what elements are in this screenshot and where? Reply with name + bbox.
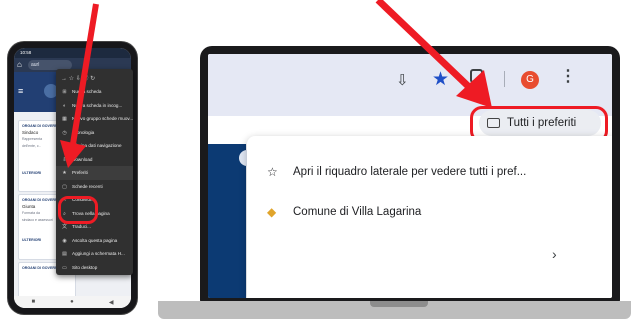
phone-menu-item-label: Preferiti <box>72 170 88 175</box>
toolbar-divider <box>504 71 505 87</box>
phone-menu-item[interactable]: ▤ Aggiungi a schermata H... <box>56 247 133 261</box>
phone-browser-menu: → ☆ ⇩ ⓘ ↻ ⊞ Nuova scheda ◐ Nuova scheda in … <box>56 69 133 275</box>
home-screen-icon: ▤ <box>62 251 67 257</box>
phone-menu-item[interactable]: ⇩ Download <box>56 153 133 167</box>
home-button-icon[interactable]: ● <box>70 299 74 305</box>
phone-menu-item[interactable]: ★ Preferiti <box>56 166 133 180</box>
dropdown-item-bookmark[interactable]: ◆ Comune di Villa Lagarina <box>247 198 612 226</box>
clear-data-icon: ▣ <box>62 143 67 149</box>
dropdown-item-label: Apri il riquadro laterale per vedere tut… <box>293 166 527 178</box>
recents-icon[interactable]: ■ <box>32 299 36 305</box>
chevron-right-icon[interactable]: › <box>552 246 557 262</box>
phone-menu-top-actions: → ☆ ⇩ ⓘ ↻ <box>61 76 96 82</box>
phone-menu-item[interactable]: ◉ Ascolta questa pagina <box>56 234 133 248</box>
phone-menu-item[interactable]: ▣ Elimina dati navigazione <box>56 139 133 153</box>
star-icon: ★ <box>62 170 67 176</box>
dropdown-item-label: Comune di Villa Lagarina <box>293 206 422 218</box>
phone-menu-item-label: Nuova scheda <box>72 89 102 94</box>
bookmarks-dropdown: ☆ Apri il riquadro laterale per vedere t… <box>247 136 612 298</box>
listen-icon: ◉ <box>62 237 67 244</box>
highlight-circle-preferiti <box>58 196 98 224</box>
phone-menu-item[interactable]: ◐ Nuova scheda in incog... <box>56 99 133 113</box>
laptop-screen: ⇩ ★ G ⋮ Tutti i preferiti ☆ Apri il riqu… <box>208 54 612 298</box>
tab-group-icon: ▦ <box>62 116 67 122</box>
desktop-site-icon: ▭ <box>62 264 67 271</box>
site-favicon-icon: ◆ <box>267 205 277 219</box>
phone-menu-item[interactable]: ⊞ Nuova scheda <box>56 85 133 99</box>
download-icon: ⇩ <box>62 156 67 163</box>
phone-menu-item-label: Nuova scheda in incog... <box>72 102 123 108</box>
phone-menu-item-label: Aggiungi a schermata H... <box>72 251 125 256</box>
site-sidebar <box>208 144 246 298</box>
star-outline-icon: ☆ <box>267 165 278 179</box>
extensions-icon[interactable] <box>470 69 483 83</box>
phone-menu-item-label: Cronologia <box>72 129 95 135</box>
hamburger-menu-icon[interactable]: ≡ <box>18 86 23 96</box>
phone-menu-item-label: Elimina dati navigazione <box>72 143 122 148</box>
smartphone-mockup: 10:58 ⌂ aurl ≡ ORGANI DI GOVERNO Sindaco… <box>8 42 137 314</box>
dropdown-item-side-panel[interactable]: ☆ Apri il riquadro laterale per vedere t… <box>247 158 612 186</box>
phone-menu-item[interactable]: ▭ Sito desktop <box>56 261 133 275</box>
incognito-icon: ◐ <box>62 102 67 109</box>
phone-status-bar: 10:58 <box>14 48 131 58</box>
home-icon[interactable]: ⌂ <box>17 59 22 71</box>
phone-menu-item[interactable]: ▦ Nuovo gruppo schede rnuov... <box>56 112 133 126</box>
phone-menu-item-label: Traduci... <box>72 224 91 229</box>
profile-avatar[interactable]: G <box>521 71 539 89</box>
laptop-notch <box>370 301 428 307</box>
phone-menu-item-label: Ascolta questa pagina <box>72 237 118 243</box>
new-tab-icon: ⊞ <box>62 89 67 95</box>
phone-menu-item-label: Download <box>72 156 93 162</box>
install-app-icon[interactable]: ⇩ <box>396 71 409 89</box>
bookmark-star-icon[interactable]: ★ <box>432 68 449 91</box>
phone-menu-item-label: Sito desktop <box>72 264 98 270</box>
back-icon[interactable]: ◀ <box>109 299 114 306</box>
recent-tabs-icon: ▢ <box>62 183 67 190</box>
phone-menu-item[interactable]: ◷ Cronologia <box>56 126 133 140</box>
phone-menu-item[interactable]: ▢ Schede recenti <box>56 180 133 194</box>
more-menu-icon[interactable]: ⋮ <box>560 69 576 85</box>
phone-menu-item-label: Schede recenti <box>72 183 103 189</box>
phone-nav-bar: ■ ● ◀ <box>14 296 131 308</box>
laptop-mockup: ⇩ ★ G ⋮ Tutti i preferiti ☆ Apri il riqu… <box>200 46 620 302</box>
phone-menu-item-label: Nuovo gruppo schede rnuov... <box>72 116 133 121</box>
history-icon: ◷ <box>62 129 67 136</box>
